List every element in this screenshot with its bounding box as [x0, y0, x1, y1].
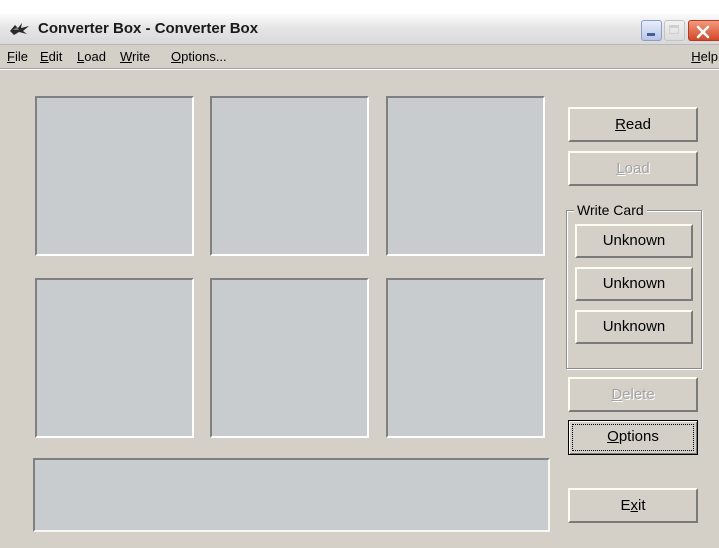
exit-label-end: it [638, 497, 646, 514]
menu-edit-hotkey: E [40, 49, 49, 64]
card-slot-5[interactable] [210, 278, 369, 438]
menu-write-label: rite [132, 49, 151, 64]
menu-options[interactable]: Options... [171, 49, 227, 64]
options-button[interactable]: Options [568, 420, 698, 455]
maximize-icon[interactable] [664, 20, 685, 41]
write-card-slot-2-button[interactable]: Unknown [575, 267, 693, 301]
options-hotkey: O [607, 428, 619, 445]
menu-help[interactable]: Help [691, 49, 718, 64]
load-hotkey: L [616, 160, 625, 177]
menu-options-label: ptions... [181, 49, 227, 64]
delete-hotkey: D [611, 386, 623, 403]
card-slot-3[interactable] [386, 96, 545, 256]
status-box [33, 458, 550, 532]
menu-edit-label: dit [48, 49, 63, 64]
card-slot-4[interactable] [35, 278, 194, 438]
read-hotkey: R [615, 116, 626, 133]
exit-button[interactable]: Exit [568, 488, 698, 523]
exit-label-start: E [620, 497, 631, 514]
card-slot-6[interactable] [386, 278, 545, 438]
exit-hotkey: x [630, 497, 639, 514]
menu-write-hotkey: W [120, 49, 133, 64]
load-label: oad [624, 160, 650, 177]
card-slot-2[interactable] [210, 96, 369, 256]
close-icon[interactable] [688, 20, 719, 41]
minimize-icon[interactable] [641, 20, 662, 41]
app-icon [9, 22, 31, 36]
write-card-legend: Write Card [574, 202, 647, 218]
menu-file-label: ile [14, 49, 28, 64]
write-card-slot-3-button[interactable]: Unknown [575, 310, 693, 344]
menu-options-hotkey: O [171, 49, 182, 64]
read-label: ead [625, 116, 651, 133]
read-button[interactable]: Read [568, 107, 698, 142]
menu-file[interactable]: File [7, 49, 28, 64]
menu-bar: File Edit Load Write Options... Help [0, 45, 719, 69]
load-button[interactable]: Load [568, 151, 698, 186]
menu-edit[interactable]: Edit [40, 49, 62, 64]
write-card-slot-1-button[interactable]: Unknown [575, 224, 693, 258]
menu-load-label: oad [84, 49, 106, 64]
menu-file-hotkey: F [7, 49, 15, 64]
options-label: ptions [618, 428, 659, 445]
menu-load[interactable]: Load [77, 49, 106, 64]
delete-label: elete [622, 386, 655, 403]
menu-write[interactable]: Write [120, 49, 150, 64]
menu-help-hotkey: H [691, 49, 701, 64]
main-window: Converter Box - Converter Box File Edit … [0, 14, 719, 548]
title-bar[interactable]: Converter Box - Converter Box [0, 14, 719, 45]
window-title: Converter Box - Converter Box [38, 20, 259, 37]
menu-help-label: elp [700, 49, 718, 64]
delete-button[interactable]: Delete [568, 377, 698, 412]
card-slot-1[interactable] [35, 96, 194, 256]
